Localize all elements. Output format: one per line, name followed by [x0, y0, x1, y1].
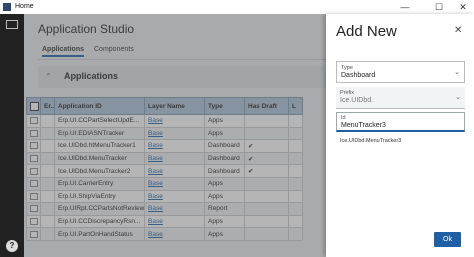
left-rail [0, 14, 24, 257]
help-icon[interactable]: ? [6, 240, 18, 252]
id-input-value[interactable]: MenuTracker3 [341, 122, 386, 129]
chevron-down-icon: ⌄ [455, 94, 461, 101]
type-value: Dashboard [341, 72, 376, 79]
add-new-panel: Add New ✕ Type Dashboard ⌄ Prefix Ice.UI… [326, 14, 474, 257]
window-titlebar: Home — ☐ ✕ [0, 0, 474, 15]
close-panel-icon[interactable]: ✕ [454, 25, 462, 36]
prefix-dropdown[interactable]: Prefix Ice.UIDbd. ⌄ [336, 87, 465, 109]
app-logo-icon [3, 3, 11, 11]
monitor-icon[interactable] [6, 20, 18, 29]
modal-overlay [24, 14, 326, 257]
panel-title: Add New [336, 23, 397, 40]
full-id-preview: Ice.UIDbd.MenuTracker3 [340, 138, 402, 144]
prefix-label: Prefix [340, 90, 355, 96]
window-title: Home [15, 3, 34, 10]
id-field[interactable]: Id MenuTracker3 [336, 112, 465, 132]
close-window-button[interactable]: ✕ [452, 1, 474, 13]
type-label: Type [341, 65, 353, 71]
id-label: Id [341, 115, 346, 121]
prefix-value: Ice.UIDbd. [340, 97, 374, 104]
chevron-down-icon: ⌄ [454, 69, 460, 76]
ok-button[interactable]: Ok [434, 232, 461, 247]
type-dropdown[interactable]: Type Dashboard ⌄ [336, 61, 465, 83]
maximize-button[interactable]: ☐ [428, 1, 450, 13]
minimize-button[interactable]: — [394, 1, 416, 13]
